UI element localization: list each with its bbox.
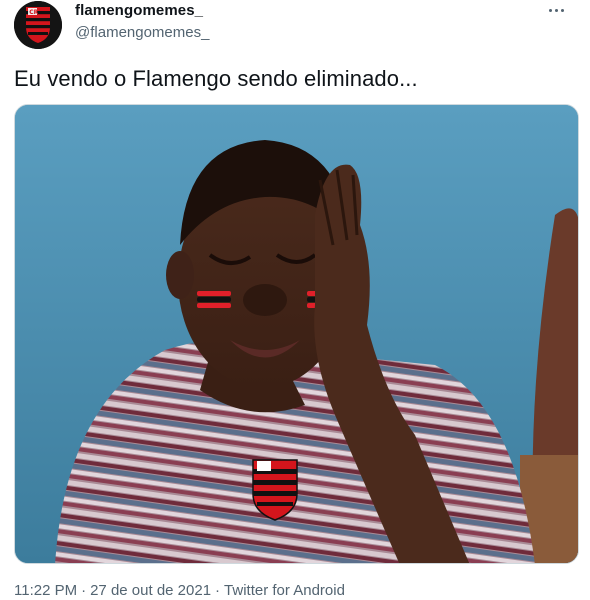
author-display-name[interactable]: flamengomemes_ <box>75 2 203 19</box>
tweet: CR flamengomemes_ @flamengomemes_ Eu ven… <box>0 0 590 600</box>
tweet-source[interactable]: Twitter for Android <box>224 582 345 599</box>
more-options-icon[interactable] <box>544 0 568 20</box>
author-handle[interactable]: @flamengomemes_ <box>75 24 209 41</box>
tweet-text: Eu vendo o Flamengo sendo eliminado... <box>14 66 418 91</box>
crying-kid-meme-image <box>15 105 578 563</box>
tweet-date[interactable]: 27 de out de 2021 <box>90 582 211 599</box>
tweet-media-image[interactable] <box>14 104 579 564</box>
dot <box>548 8 552 12</box>
dot <box>554 8 558 12</box>
tweet-time[interactable]: 11:22 PM <box>14 582 77 599</box>
tweet-metadata: 11:22 PM · 27 de out de 2021 · Twitter for A… <box>14 582 345 599</box>
dot <box>560 8 564 12</box>
separator: · <box>81 582 87 599</box>
flamengo-crest-icon: CR <box>14 1 62 49</box>
svg-text:CR: CR <box>29 9 38 16</box>
separator: · <box>215 582 221 599</box>
avatar[interactable]: CR <box>14 1 62 49</box>
